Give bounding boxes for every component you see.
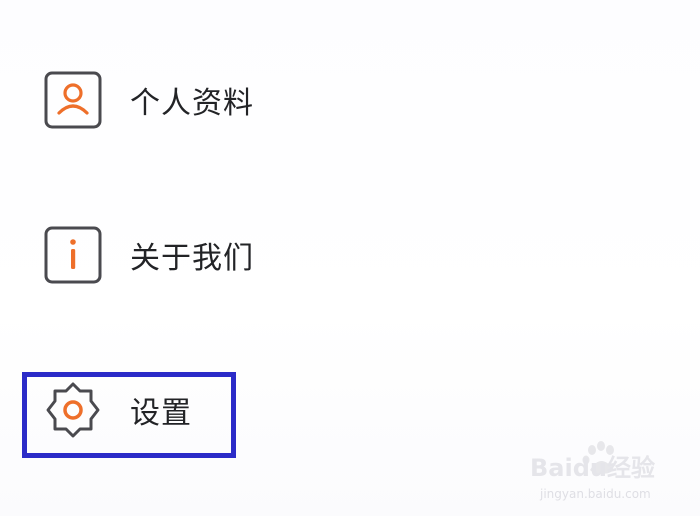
menu-item-profile[interactable]: 个人资料 [44,70,254,130]
baidu-jingyan-watermark: Baidu经验 jingyan.baidu.com [530,441,655,501]
menu-item-label: 关于我们 [130,241,254,276]
menu-item-label: 个人资料 [130,86,254,121]
watermark-brand: Baidu经验 [530,454,655,482]
menu-item-about[interactable]: 关于我们 [44,225,254,285]
settings-highlight-box [22,372,236,458]
watermark-url: jingyan.baidu.com [539,487,651,501]
user-profile-icon [44,71,102,129]
info-icon [44,226,102,284]
